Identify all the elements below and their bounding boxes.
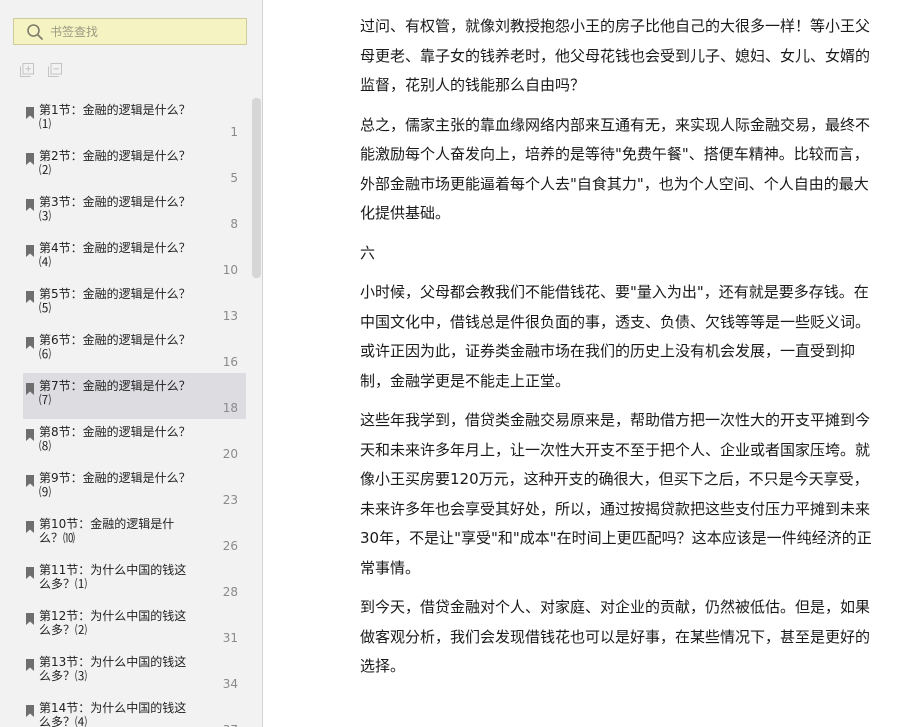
toc-item-page-number: 16 xyxy=(222,355,238,369)
article-paragraph: 小时候，父母都会教我们不能借钱花、要"量入为出"，还有就是要多存钱。在中国文化中… xyxy=(360,283,871,390)
bookmark-search-input[interactable] xyxy=(50,22,240,41)
collapse-all-button[interactable] xyxy=(48,63,62,77)
toc-item-title: 第9节：金融的逻辑是什么？⑼ xyxy=(39,471,191,499)
toc-item-page-number: 8 xyxy=(230,217,238,231)
sidebar-scrollbar[interactable] xyxy=(252,98,261,278)
table-of-contents: 第1节：金融的逻辑是什么？⑴ 1 第2节：金融的逻辑是什么？⑵ 5 第3节：金融的逻辑是… xyxy=(14,95,256,727)
toc-item[interactable]: 第3节：金融的逻辑是什么？⑶ 8 xyxy=(23,189,246,235)
toc-item-title: 第5节：金融的逻辑是什么？⑸ xyxy=(39,287,191,315)
toc-item-page-number: 28 xyxy=(222,585,238,599)
collapse-all-icon xyxy=(48,63,62,77)
bookmark-icon xyxy=(26,334,34,349)
bookmark-icon xyxy=(26,472,34,487)
toc-item-page-number: 10 xyxy=(222,263,238,277)
article-paragraph: 过问、有权管，就像刘教授抱怨小王的房子比他自己的大很多一样！等小王父母更老、靠子… xyxy=(360,17,871,94)
toc-item[interactable]: 第9节：金融的逻辑是什么？⑼ 23 xyxy=(23,465,246,511)
article-body: 过问、有权管，就像刘教授抱怨小王的房子比他自己的大很多一样！等小王父母更老、靠子… xyxy=(360,12,875,692)
bookmark-icon xyxy=(26,242,34,257)
bookmark-icon xyxy=(26,702,34,717)
toc-item[interactable]: 第12节：为什么中国的钱这么多？⑵ 31 xyxy=(23,603,246,649)
toc-item-page-number: 20 xyxy=(222,447,238,461)
bookmark-icon xyxy=(26,656,34,671)
toc-item[interactable]: 第1节：金融的逻辑是什么？⑴ 1 xyxy=(23,97,246,143)
toc-item-title: 第1节：金融的逻辑是什么？⑴ xyxy=(39,103,191,131)
bookmark-icon xyxy=(26,380,34,395)
toc-item[interactable]: 第6节：金融的逻辑是什么？⑹ 16 xyxy=(23,327,246,373)
expand-all-button[interactable] xyxy=(20,63,34,77)
toc-item[interactable]: 第8节：金融的逻辑是什么？⑻ 20 xyxy=(23,419,246,465)
toc-item-page-number: 26 xyxy=(222,539,238,553)
toc-item-page-number: 18 xyxy=(222,401,238,415)
toc-item[interactable]: 第2节：金融的逻辑是什么？⑵ 5 xyxy=(23,143,246,189)
toc-item-page-number: 31 xyxy=(222,631,238,645)
toc-item[interactable]: 第14节：为什么中国的钱这么多？⑷ 37 xyxy=(23,695,246,727)
bookmark-icon xyxy=(26,288,34,303)
toc-item-title: 第12节：为什么中国的钱这么多？⑵ xyxy=(39,609,187,637)
bookmark-icon xyxy=(26,518,34,533)
reader-window: 第1节：金融的逻辑是什么？⑴ 1 第2节：金融的逻辑是什么？⑵ 5 第3节：金融的逻辑是… xyxy=(0,0,899,727)
bookmark-icon xyxy=(26,196,34,211)
toc-item-title: 第2节：金融的逻辑是什么？⑵ xyxy=(39,149,191,177)
article-paragraph: 到今天，借贷金融对个人、对家庭、对企业的贡献，仍然被低估。但是，如果做客观分析，… xyxy=(360,598,871,675)
bookmark-icon xyxy=(26,610,34,625)
toc-item-title: 第7节：金融的逻辑是什么？⑺ xyxy=(39,379,191,407)
toc-item-title: 第4节：金融的逻辑是什么？⑷ xyxy=(39,241,191,269)
bookmark-icon xyxy=(26,426,34,441)
toc-item-title: 第14节：为什么中国的钱这么多？⑷ xyxy=(39,701,187,727)
toc-item-page-number: 37 xyxy=(223,723,238,727)
bookmark-icon xyxy=(26,104,34,119)
toc-item[interactable]: 第7节：金融的逻辑是什么？⑺ 18 xyxy=(23,373,246,419)
section-heading: 六 xyxy=(360,243,376,262)
reading-pane: 过问、有权管，就像刘教授抱怨小王的房子比他自己的大很多一样！等小王父母更老、靠子… xyxy=(263,0,899,727)
toc-item-page-number: 5 xyxy=(230,171,238,185)
bookmark-icon xyxy=(26,150,34,165)
toc-item[interactable]: 第10节：金融的逻辑是什么？⑽ 26 xyxy=(23,511,246,557)
bookmark-icon xyxy=(26,564,34,579)
bookmark-search-box[interactable] xyxy=(13,18,247,45)
toc-item-page-number: 13 xyxy=(222,309,238,323)
toc-item-title: 第3节：金融的逻辑是什么？⑶ xyxy=(39,195,191,223)
toc-item-title: 第6节：金融的逻辑是什么？⑹ xyxy=(39,333,191,361)
toc-item[interactable]: 第5节：金融的逻辑是什么？⑸ 13 xyxy=(23,281,246,327)
toc-item-title: 第10节：金融的逻辑是什么？⑽ xyxy=(39,517,175,545)
expand-all-icon xyxy=(20,63,34,77)
toc-item-title: 第13节：为什么中国的钱这么多？⑶ xyxy=(39,655,187,683)
toc-item-title: 第11节：为什么中国的钱这么多？⑴ xyxy=(39,563,187,591)
bookmark-sidebar: 第1节：金融的逻辑是什么？⑴ 1 第2节：金融的逻辑是什么？⑵ 5 第3节：金融的逻辑是… xyxy=(0,0,263,727)
article-paragraph: 这些年我学到，借贷类金融交易原来是，帮助借方把一次性大的开支平摊到今天和未来许多… xyxy=(360,411,872,577)
toc-item[interactable]: 第13节：为什么中国的钱这么多？⑶ 34 xyxy=(23,649,246,695)
toc-item-page-number: 23 xyxy=(222,493,238,507)
toc-item[interactable]: 第4节：金融的逻辑是什么？⑷ 10 xyxy=(23,235,246,281)
toc-item[interactable]: 第11节：为什么中国的钱这么多？⑴ 28 xyxy=(23,557,246,603)
toc-item-title: 第8节：金融的逻辑是什么？⑻ xyxy=(39,425,191,453)
toc-item-page-number: 34 xyxy=(222,677,238,691)
search-icon xyxy=(26,23,44,41)
article-paragraph: 总之，儒家主张的靠血缘网络内部来互通有无，来实现人际金融交易，最终不能激励每个人… xyxy=(360,115,871,223)
toc-item-page-number: 1 xyxy=(230,125,238,139)
